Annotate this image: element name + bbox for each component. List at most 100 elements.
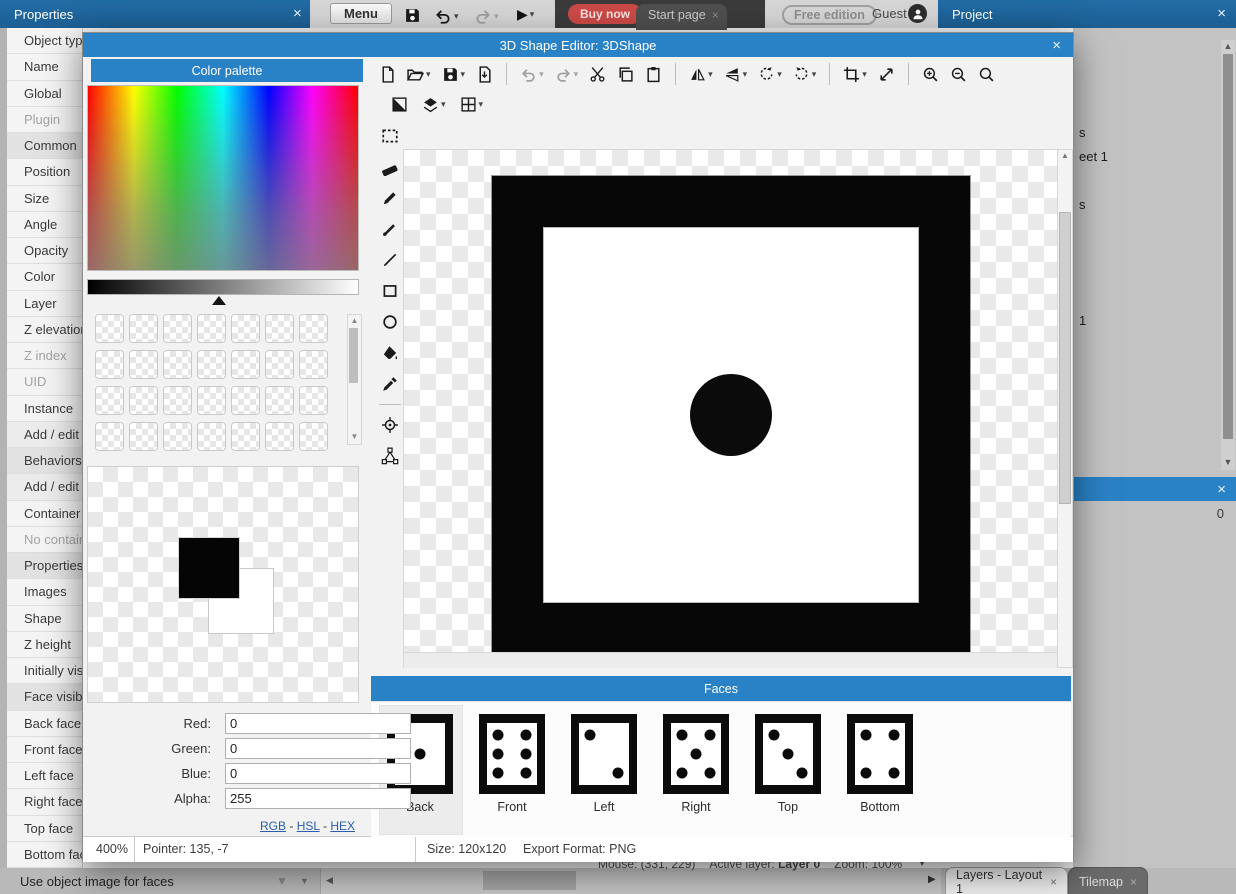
color-swatch[interactable]: [95, 350, 124, 379]
paste-button[interactable]: [643, 64, 664, 85]
color-swatch[interactable]: [197, 314, 226, 343]
save-image-button[interactable]: ▾: [440, 64, 468, 85]
scroll-up-icon[interactable]: ▲: [1058, 150, 1072, 162]
hex-link[interactable]: HEX: [330, 819, 355, 833]
property-row[interactable]: Right face: [0, 789, 82, 815]
rotate-cw-button[interactable]: ▾: [791, 64, 819, 85]
redo-button[interactable]: ▾: [472, 5, 501, 27]
property-row[interactable]: Common: [0, 133, 82, 159]
color-swatch[interactable]: [163, 350, 192, 379]
property-row[interactable]: Z elevation: [0, 317, 82, 343]
flip-h-dropdown-icon[interactable]: ▾: [708, 69, 713, 80]
dropdown-icon[interactable]: ▼: [276, 874, 288, 888]
dialog-close-icon[interactable]: ×: [1052, 38, 1061, 53]
undo-dropdown-icon[interactable]: ▾: [539, 69, 544, 80]
color-swatch[interactable]: [299, 386, 328, 415]
property-row[interactable]: Images: [0, 579, 82, 605]
property-row[interactable]: Add / edit: [0, 422, 82, 448]
tab-close-icon[interactable]: ×: [1050, 875, 1057, 889]
open-button[interactable]: ▾: [405, 64, 433, 85]
face-tile-right[interactable]: Right: [663, 714, 729, 814]
project-tree-item-clipped[interactable]: 1: [1079, 313, 1086, 328]
color-swatch[interactable]: [129, 350, 158, 379]
color-swatch[interactable]: [265, 350, 294, 379]
buy-now-button[interactable]: Buy now: [568, 4, 642, 24]
redo-edit-button[interactable]: ▾: [553, 64, 581, 85]
color-swatch[interactable]: [265, 386, 294, 415]
color-swatch[interactable]: [129, 422, 158, 451]
color-swatch[interactable]: [299, 350, 328, 379]
color-swatch[interactable]: [231, 350, 260, 379]
copy-button[interactable]: [615, 64, 636, 85]
property-row[interactable]: Back face: [0, 711, 82, 737]
project-close-icon[interactable]: ×: [1217, 6, 1226, 21]
property-row[interactable]: Position: [0, 159, 82, 185]
subpanel-close-icon[interactable]: ×: [1217, 482, 1226, 497]
property-row[interactable]: Container: [0, 501, 82, 527]
property-row[interactable]: Front face: [0, 737, 82, 763]
project-tree-item-clipped[interactable]: eet 1: [1079, 149, 1108, 164]
property-row[interactable]: Add / edit: [0, 474, 82, 500]
start-page-close-icon[interactable]: ×: [712, 8, 719, 22]
brush-tool[interactable]: [379, 218, 401, 240]
property-row[interactable]: Instance: [0, 396, 82, 422]
cut-button[interactable]: [587, 64, 608, 85]
project-tree-item-clipped[interactable]: s: [1079, 197, 1086, 212]
layers-button[interactable]: ▾: [420, 94, 448, 115]
scroll-down-icon[interactable]: ▼: [348, 431, 361, 443]
undo-button[interactable]: ▾: [432, 5, 461, 27]
rotate-cw-dropdown-icon[interactable]: ▾: [812, 69, 817, 80]
property-row[interactable]: Layer: [0, 291, 82, 317]
face-tile-bottom[interactable]: Bottom: [847, 714, 913, 814]
grid-dropdown-icon[interactable]: ▾: [479, 99, 484, 110]
origin-tool[interactable]: [379, 414, 401, 436]
property-row[interactable]: Z index: [0, 343, 82, 369]
hsl-link[interactable]: HSL: [297, 819, 320, 833]
undo-dropdown-icon[interactable]: ▾: [454, 11, 459, 22]
grid-button[interactable]: ▾: [458, 94, 486, 115]
color-gradient-picker[interactable]: [87, 85, 359, 271]
tab-layers-layout[interactable]: Layers - Layout 1 ×: [945, 867, 1068, 894]
color-swatch[interactable]: [129, 386, 158, 415]
color-swatch[interactable]: [197, 386, 226, 415]
save-button[interactable]: [402, 5, 423, 26]
property-row[interactable]: Left face: [0, 763, 82, 789]
value-slider-marker[interactable]: [212, 296, 226, 305]
color-swatch[interactable]: [265, 314, 294, 343]
rectangle-tool[interactable]: [379, 280, 401, 302]
avatar[interactable]: [908, 4, 927, 23]
zoom-reset-button[interactable]: [976, 64, 997, 85]
project-tree-item-clipped[interactable]: s: [1079, 125, 1086, 140]
image-points-tool[interactable]: [379, 445, 401, 467]
eyedropper-tool[interactable]: [379, 373, 401, 395]
zoom-in-button[interactable]: [920, 64, 941, 85]
value-gradient-slider[interactable]: [87, 279, 359, 295]
menu-button[interactable]: Menu: [330, 3, 392, 24]
color-swatch[interactable]: [231, 314, 260, 343]
eraser-tool[interactable]: [379, 156, 401, 178]
tab-tilemap[interactable]: Tilemap ×: [1068, 867, 1148, 894]
ellipse-tool[interactable]: [379, 311, 401, 333]
flip-horizontal-button[interactable]: ▾: [687, 64, 715, 85]
horizontal-scrollbar-thumb[interactable]: [483, 871, 576, 890]
property-row[interactable]: Face visibility: [0, 684, 82, 710]
property-row[interactable]: No container: [0, 527, 82, 553]
color-swatch[interactable]: [163, 314, 192, 343]
property-row[interactable]: Z height: [0, 632, 82, 658]
use-object-image-row[interactable]: Use object image for faces ▼ ▼: [0, 868, 320, 894]
face-tile-top[interactable]: Top: [755, 714, 821, 814]
redo-dropdown-icon[interactable]: ▾: [494, 11, 499, 22]
redo-dropdown-icon[interactable]: ▾: [574, 69, 579, 80]
new-image-button[interactable]: [377, 64, 398, 85]
swatch-scrollbar[interactable]: ▲ ▼: [347, 314, 362, 445]
property-row[interactable]: Color: [0, 264, 82, 290]
property-row[interactable]: Size: [0, 186, 82, 212]
property-row[interactable]: Angle: [0, 212, 82, 238]
property-row[interactable]: Bottom face: [0, 842, 82, 868]
color-swatch[interactable]: [197, 422, 226, 451]
color-swatch[interactable]: [163, 422, 192, 451]
color-swatch[interactable]: [95, 422, 124, 451]
image-canvas[interactable]: [403, 149, 1059, 668]
property-row[interactable]: Name: [0, 54, 82, 80]
dropdown-button-icon[interactable]: ▼: [300, 876, 309, 886]
